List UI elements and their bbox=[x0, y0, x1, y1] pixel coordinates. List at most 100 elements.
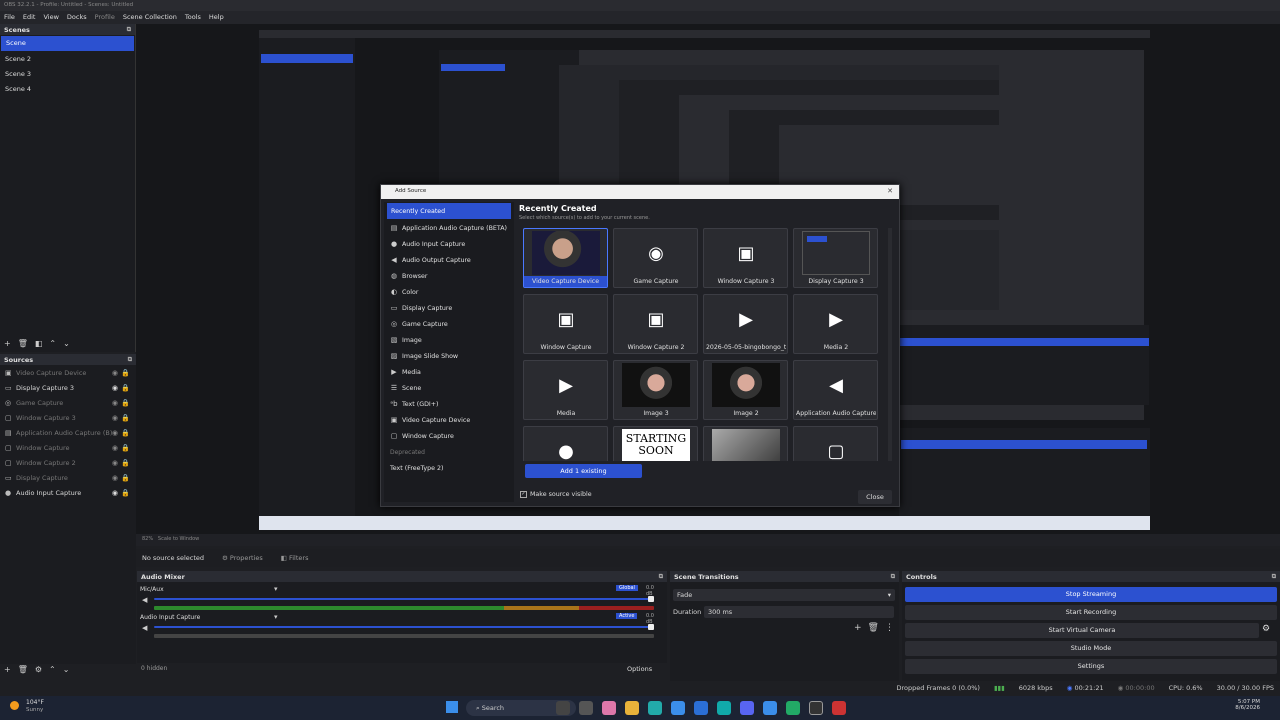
visibility-icon[interactable]: ◉ bbox=[112, 459, 118, 467]
recent-source-tile[interactable]: ◉ Game Capture bbox=[613, 228, 698, 288]
undock-icon[interactable]: ⧉ bbox=[1272, 573, 1276, 581]
source-type-item[interactable]: ▤ Application Audio Capture (BETA) bbox=[384, 220, 514, 236]
scale-mode[interactable]: Scale to Window bbox=[158, 536, 199, 542]
source-type-item[interactable]: ▣ Video Capture Device bbox=[384, 412, 514, 428]
add-scene-icon[interactable]: + bbox=[4, 339, 11, 348]
edge-icon[interactable] bbox=[717, 701, 731, 715]
recent-source-tile[interactable]: Display Capture 3 bbox=[793, 228, 878, 288]
source-type-item[interactable]: ◍ Browser bbox=[384, 268, 514, 284]
app-icon[interactable] bbox=[556, 701, 570, 715]
source-item[interactable]: ▤ Application Audio Capture (B) ◉ 🔒 bbox=[0, 425, 136, 440]
remove-transition-icon[interactable]: 🗑 bbox=[868, 623, 879, 633]
source-type-item[interactable]: ◎ Game Capture bbox=[384, 316, 514, 332]
source-type-item[interactable]: ▧ Image bbox=[384, 332, 514, 348]
recent-source-tile[interactable]: ▣ Window Capture 3 bbox=[703, 228, 788, 288]
start-recording-button[interactable]: Start Recording bbox=[905, 605, 1277, 620]
source-item[interactable]: ▭ Display Capture 3 ◉ 🔒 bbox=[0, 380, 136, 395]
remove-source-icon[interactable]: 🗑 bbox=[18, 665, 28, 674]
source-item[interactable]: ▢ Window Capture 3 ◉ 🔒 bbox=[0, 410, 136, 425]
menu-item[interactable]: Scene Collection bbox=[123, 13, 177, 22]
undock-icon[interactable]: ⧉ bbox=[659, 573, 663, 581]
lock-icon[interactable]: 🔒 bbox=[121, 474, 130, 482]
source-type-item[interactable]: ▨ Image Slide Show bbox=[384, 348, 514, 364]
volume-slider[interactable] bbox=[154, 626, 654, 628]
menu-item[interactable]: Edit bbox=[23, 13, 36, 22]
visibility-icon[interactable]: ◉ bbox=[112, 399, 118, 407]
source-item[interactable]: ▭ Display Capture ◉ 🔒 bbox=[0, 470, 136, 485]
lock-icon[interactable]: 🔒 bbox=[121, 369, 130, 377]
visibility-icon[interactable]: ◉ bbox=[112, 429, 118, 437]
source-item[interactable]: ▣ Video Capture Device ◉ 🔒 bbox=[0, 365, 136, 380]
recent-source-tile[interactable]: ▶ Media bbox=[523, 360, 608, 420]
make-visible-row[interactable]: ✓ Make source visible bbox=[520, 491, 592, 498]
lock-icon[interactable]: 🔒 bbox=[121, 384, 130, 392]
weather-temp[interactable]: 104°F bbox=[26, 699, 44, 706]
app-icon[interactable] bbox=[763, 701, 777, 715]
scene-item[interactable]: Scene 3 bbox=[0, 67, 135, 82]
visibility-icon[interactable]: ◉ bbox=[112, 369, 118, 377]
recent-source-tile[interactable]: Image 2 bbox=[703, 360, 788, 420]
folder-icon[interactable] bbox=[625, 701, 639, 715]
volume-slider[interactable] bbox=[154, 598, 654, 600]
source-item[interactable]: ▢ Window Capture ◉ 🔒 bbox=[0, 440, 136, 455]
source-item[interactable]: ◎ Game Capture ◉ 🔒 bbox=[0, 395, 136, 410]
move-up-icon[interactable]: ⌃ bbox=[49, 665, 56, 674]
chevron-down-icon[interactable]: ▾ bbox=[274, 585, 278, 593]
grid-scrollbar[interactable] bbox=[888, 228, 892, 461]
add-source-icon[interactable]: + bbox=[4, 665, 11, 674]
app-icon[interactable] bbox=[648, 701, 662, 715]
undock-icon[interactable]: ⧉ bbox=[891, 573, 895, 581]
recent-source-tile[interactable]: ▶ 2026-05-05-bingobongo_ti bbox=[703, 294, 788, 354]
app-icon[interactable] bbox=[832, 701, 846, 715]
speaker-icon[interactable]: ◀ bbox=[142, 596, 147, 604]
make-visible-checkbox[interactable]: ✓ bbox=[520, 491, 527, 498]
lock-icon[interactable]: 🔒 bbox=[121, 429, 130, 437]
chevron-down-icon[interactable]: ▾ bbox=[274, 613, 278, 621]
settings-button[interactable]: Settings bbox=[905, 659, 1277, 674]
more-options-icon[interactable]: ⋮ bbox=[885, 623, 894, 633]
menu-item[interactable]: Profile bbox=[95, 13, 115, 22]
source-type-item[interactable]: Text (FreeType 2) bbox=[384, 460, 514, 476]
duration-input[interactable]: 300 ms bbox=[704, 606, 894, 618]
close-icon[interactable]: ✕ bbox=[887, 187, 893, 195]
source-type-item[interactable]: ◀ Audio Output Capture bbox=[384, 252, 514, 268]
move-down-icon[interactable]: ⌄ bbox=[63, 665, 70, 674]
undock-icon[interactable]: ⧉ bbox=[128, 356, 132, 364]
lock-icon[interactable]: 🔒 bbox=[121, 489, 130, 497]
taskbar-clock[interactable]: 5:07 PM 8/6/2026 bbox=[1226, 699, 1260, 711]
properties-button[interactable]: ⚙ Properties bbox=[222, 554, 263, 562]
visibility-icon[interactable]: ◉ bbox=[112, 414, 118, 422]
windows-start-icon[interactable] bbox=[446, 701, 458, 713]
source-type-item[interactable]: ☰ Scene bbox=[384, 380, 514, 396]
recent-source-tile[interactable]: ▣ Window Capture 2 bbox=[613, 294, 698, 354]
remove-scene-icon[interactable]: 🗑 bbox=[18, 339, 28, 348]
studio-mode-button[interactable]: Studio Mode bbox=[905, 641, 1277, 656]
obs-icon[interactable] bbox=[809, 701, 823, 715]
speaker-icon[interactable]: ◀ bbox=[142, 624, 147, 632]
visibility-icon[interactable]: ◉ bbox=[112, 474, 118, 482]
recent-source-tile[interactable]: ▢ bbox=[793, 426, 878, 461]
scene-item[interactable]: Scene 4 bbox=[0, 82, 135, 97]
app-icon[interactable] bbox=[602, 701, 616, 715]
visibility-icon[interactable]: ◉ bbox=[112, 489, 118, 497]
recent-source-tile[interactable]: ● bbox=[523, 426, 608, 461]
source-type-item[interactable]: ▭ Display Capture bbox=[384, 300, 514, 316]
recent-source-tile[interactable] bbox=[703, 426, 788, 461]
source-type-item[interactable]: ᵃb Text (GDI+) bbox=[384, 396, 514, 412]
zoom-level[interactable]: 82% bbox=[142, 536, 153, 542]
transition-select[interactable]: Fade ▾ bbox=[673, 589, 895, 601]
source-type-item[interactable]: Recently Created bbox=[387, 203, 511, 219]
close-button[interactable]: Close bbox=[858, 490, 892, 504]
volume-handle[interactable] bbox=[648, 624, 654, 630]
add-transition-icon[interactable]: + bbox=[854, 623, 862, 633]
menu-item[interactable]: Help bbox=[209, 13, 224, 22]
recent-source-tile[interactable]: ▣ Window Capture bbox=[523, 294, 608, 354]
filters-button[interactable]: ◧ Filters bbox=[281, 554, 309, 562]
recent-source-tile[interactable]: ◀ Application Audio Capture bbox=[793, 360, 878, 420]
source-item[interactable]: ● Audio Input Capture ◉ 🔒 bbox=[0, 485, 136, 500]
scene-item[interactable]: Scene 2 bbox=[0, 52, 135, 67]
move-up-icon[interactable]: ⌃ bbox=[49, 339, 56, 348]
dropbox-icon[interactable] bbox=[671, 701, 685, 715]
source-type-item[interactable]: ● Audio Input Capture bbox=[384, 236, 514, 252]
lock-icon[interactable]: 🔒 bbox=[121, 414, 130, 422]
